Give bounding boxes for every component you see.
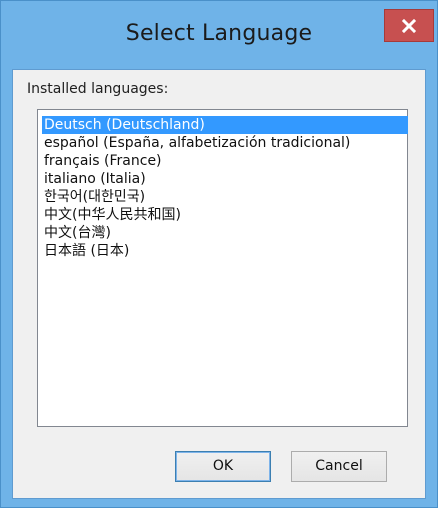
language-item-deutsch[interactable]: Deutsch (Deutschland)	[42, 116, 408, 134]
cancel-button[interactable]: Cancel	[291, 451, 387, 482]
language-item-chinese-traditional[interactable]: 中文(台灣)	[42, 224, 113, 242]
ok-button[interactable]: OK	[175, 451, 271, 482]
dialog-title: Select Language	[125, 21, 313, 46]
language-item-italiano[interactable]: italiano (Italia)	[42, 170, 148, 188]
close-button[interactable]	[384, 9, 434, 42]
language-item-japanese[interactable]: 日本語 (日本)	[42, 242, 131, 260]
language-item-francais[interactable]: français (France)	[42, 152, 164, 170]
language-item-espanol[interactable]: español (España, alfabetización tradicio…	[42, 134, 352, 152]
title-bar[interactable]: Select Language	[1, 1, 437, 69]
dialog-window: Select Language Installed languages: Deu…	[0, 0, 438, 508]
language-item-korean[interactable]: 한국어(대한민국)	[42, 188, 147, 206]
language-item-chinese-simplified[interactable]: 中文(中华人民共和国)	[42, 206, 183, 224]
language-listbox[interactable]: Deutsch (Deutschland) español (España, a…	[37, 109, 408, 427]
close-icon	[402, 18, 416, 33]
installed-languages-label: Installed languages:	[27, 81, 169, 97]
